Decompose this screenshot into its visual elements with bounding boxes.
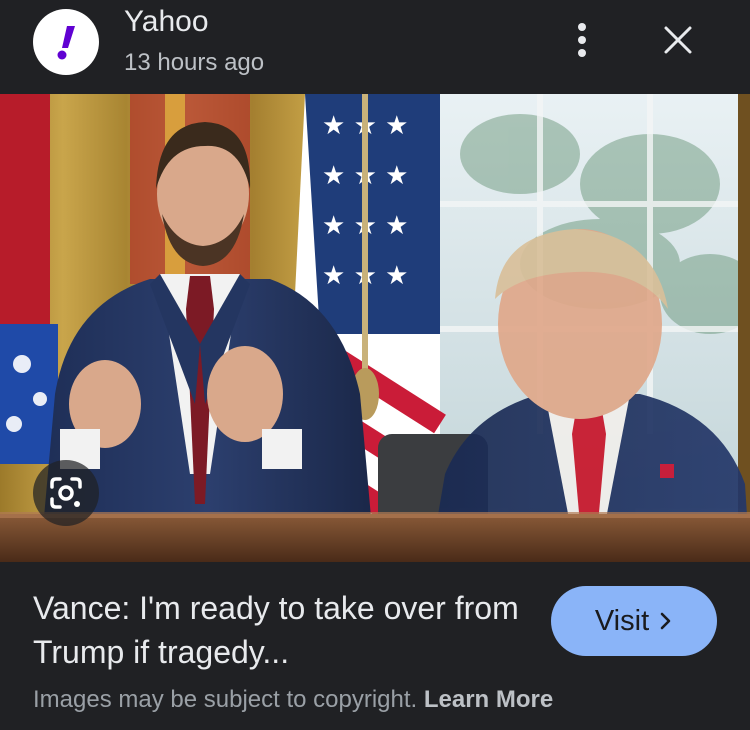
learn-more-link[interactable]: Learn More [424,686,553,713]
more-vertical-icon [578,23,586,57]
article-headline[interactable]: Vance: I'm ready to take over from Trump… [33,586,533,674]
copyright-notice: Images may be subject to copyright. Lear… [33,684,553,716]
yahoo-exclamation-icon [57,26,75,60]
news-photo: ★ ★ ★ ★ ★ ★ ★ ★ ★ ★ ★ ★ [0,94,750,562]
visit-label: Visit [594,604,650,637]
chevron-right-icon [660,612,671,630]
copyright-text: Images may be subject to copyright. [33,686,418,713]
close-icon [664,26,692,54]
close-button[interactable] [654,18,702,62]
google-lens-button[interactable] [33,460,99,526]
source-logo[interactable] [33,9,99,75]
result-image[interactable]: ★ ★ ★ ★ ★ ★ ★ ★ ★ ★ ★ ★ [0,94,750,562]
visit-button[interactable]: Visit [551,586,717,656]
result-header: Yahoo 13 hours ago [0,0,750,94]
source-name[interactable]: Yahoo [124,5,209,39]
timestamp: 13 hours ago [124,49,265,76]
more-options-button[interactable] [564,18,600,62]
image-preview-panel: Yahoo 13 hours ago ★ ★ ★ ★ ★ ★ ★ ★ Vance… [0,0,750,730]
google-lens-icon [50,477,82,509]
